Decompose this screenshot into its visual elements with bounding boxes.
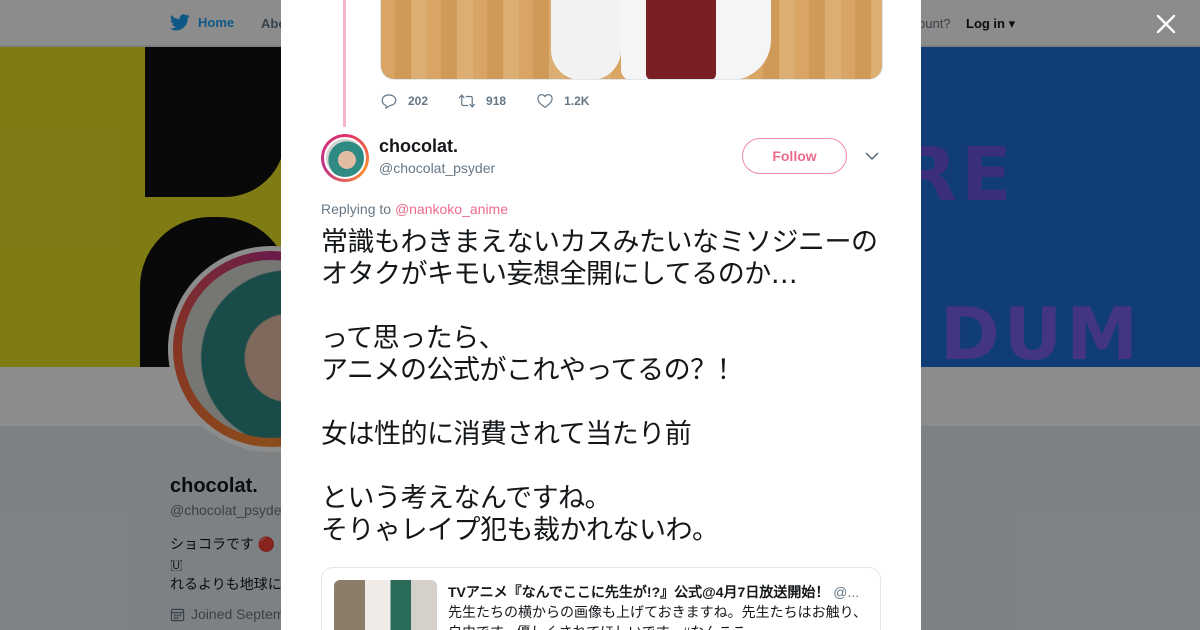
replying-to-link[interactable]: @nankoko_anime: [395, 201, 508, 217]
quote-author-handle: @...: [833, 584, 860, 600]
author-avatar[interactable]: [321, 134, 369, 182]
follow-button[interactable]: Follow: [742, 138, 847, 174]
quote-header: TVアニメ『なんでここに先生が!?』公式@4月7日放送開始！ @...: [448, 582, 868, 602]
replying-prefix: Replying to: [321, 201, 392, 217]
media-figure: [646, 0, 716, 79]
reply-icon: [381, 94, 397, 109]
quote-author-name: TVアニメ『なんでここに先生が!?』公式@4月7日放送開始！: [448, 584, 830, 600]
reply-count: 202: [408, 94, 429, 108]
like-count: 1.2K: [564, 94, 590, 108]
close-icon: [1156, 14, 1176, 34]
author-handle[interactable]: @chocolat_psyder: [379, 160, 495, 176]
tweet-author: chocolat. @chocolat_psyder Follow: [321, 134, 881, 184]
quote-thumbnail: [334, 580, 437, 630]
tweet-text: 常識もわきまえないカスみたいなミソジニーのオタクがキモい妄想全開にしてるのか… …: [321, 227, 878, 546]
quoted-tweet[interactable]: TVアニメ『なんでここに先生が!?』公式@4月7日放送開始！ @... 先生たち…: [321, 567, 881, 630]
previous-tweet-actions: 202 918 1.2K: [380, 92, 589, 110]
author-name[interactable]: chocolat.: [379, 136, 458, 157]
retweet-count: 918: [486, 94, 507, 108]
retweet-button[interactable]: 918: [458, 92, 506, 110]
like-button[interactable]: 1.2K: [536, 92, 589, 110]
reply-button[interactable]: 202: [380, 92, 428, 110]
previous-tweet-media[interactable]: [380, 0, 883, 80]
tweet-modal: 202 918 1.2K chocolat. @chocolat_psyder …: [281, 0, 921, 630]
media-figure: [551, 0, 621, 79]
close-button[interactable]: [1152, 10, 1180, 38]
replying-to: Replying to @nankoko_anime: [321, 201, 508, 217]
heart-icon: [537, 94, 553, 108]
retweet-icon: [458, 94, 476, 108]
avatar-image: [324, 137, 366, 179]
chevron-down-icon[interactable]: [864, 148, 880, 164]
quote-text: 先生たちの横からの画像も上げておきますね。先生たちはお触り、自由です。優しくされ…: [448, 604, 868, 630]
thread-line: [343, 0, 346, 127]
